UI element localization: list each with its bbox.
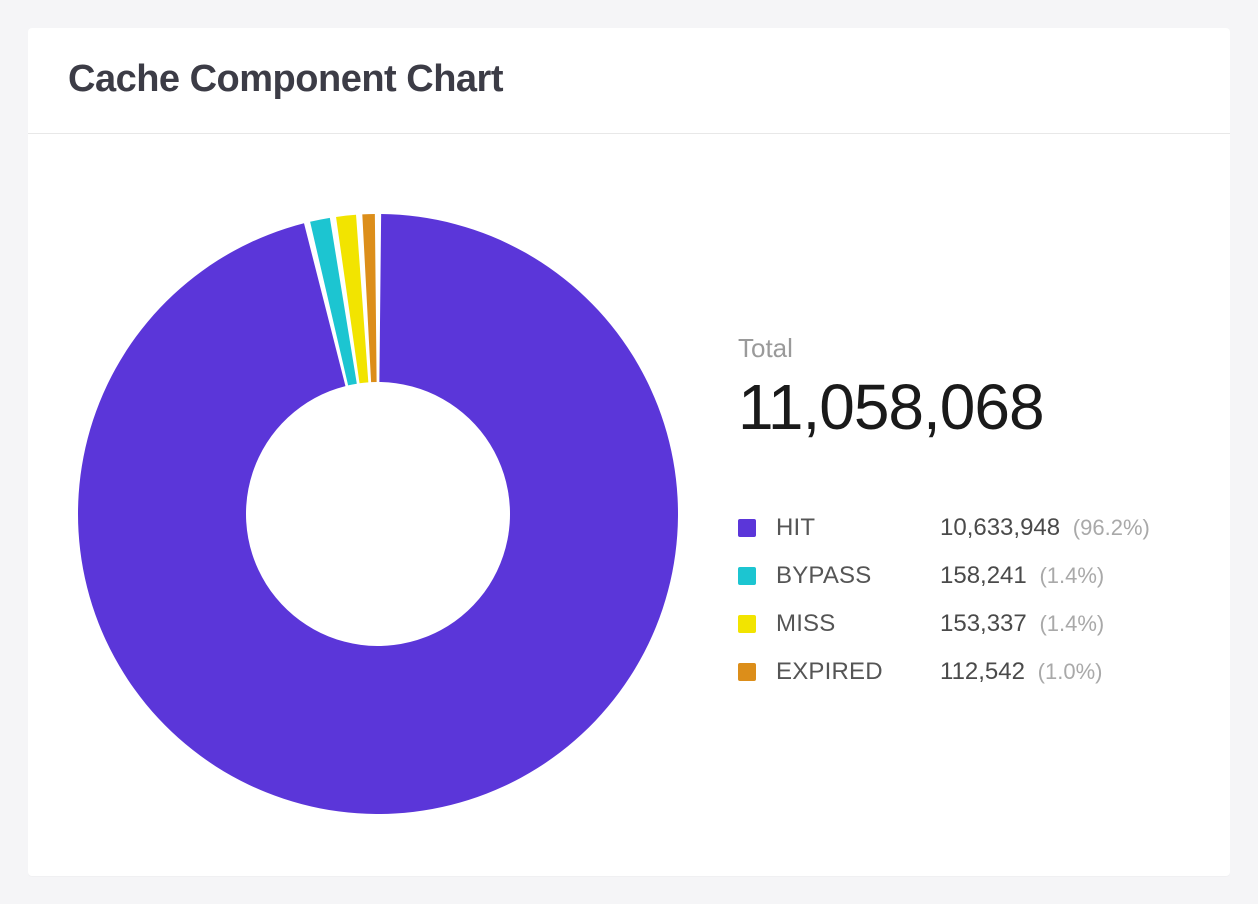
card-body: Total 11,058,068 HIT 10,633,948 (96.2%) …	[28, 134, 1230, 874]
legend-name-bypass: BYPASS	[776, 562, 926, 590]
legend-name-hit: HIT	[776, 514, 926, 542]
legend-value-bypass-num: 158,241	[940, 562, 1027, 589]
legend-value-miss-num: 153,337	[940, 610, 1027, 637]
legend-swatch-hit	[738, 519, 756, 537]
legend-pct-hit: (96.2%)	[1073, 515, 1150, 540]
stats-area: Total 11,058,068 HIT 10,633,948 (96.2%) …	[738, 323, 1190, 686]
legend-value-hit-num: 10,633,948	[940, 514, 1060, 541]
legend-name-miss: MISS	[776, 610, 926, 638]
legend-value-expired: 112,542 (1.0%)	[940, 658, 1190, 686]
legend-swatch-bypass	[738, 567, 756, 585]
legend-value-expired-num: 112,542	[940, 658, 1025, 685]
legend-swatch-miss	[738, 615, 756, 633]
legend-pct-expired: (1.0%)	[1038, 659, 1103, 684]
legend-pct-bypass: (1.4%)	[1039, 563, 1104, 588]
legend-value-miss: 153,337 (1.4%)	[940, 610, 1190, 638]
total-value: 11,058,068	[738, 370, 1190, 444]
cache-component-card: Cache Component Chart Total 11,058,068 H…	[28, 28, 1230, 876]
legend-value-hit: 10,633,948 (96.2%)	[940, 514, 1190, 542]
legend-name-expired: EXPIRED	[776, 658, 926, 686]
legend-swatch-expired	[738, 663, 756, 681]
donut-slice-hit	[78, 214, 678, 814]
total-label: Total	[738, 333, 1190, 364]
card-header: Cache Component Chart	[28, 28, 1230, 134]
legend-list: HIT 10,633,948 (96.2%) BYPASS 158,241 (1…	[738, 514, 1190, 686]
card-title: Cache Component Chart	[68, 58, 1190, 101]
donut-chart	[58, 174, 678, 834]
donut-svg	[58, 174, 678, 834]
legend-value-bypass: 158,241 (1.4%)	[940, 562, 1190, 590]
legend-pct-miss: (1.4%)	[1039, 611, 1104, 636]
